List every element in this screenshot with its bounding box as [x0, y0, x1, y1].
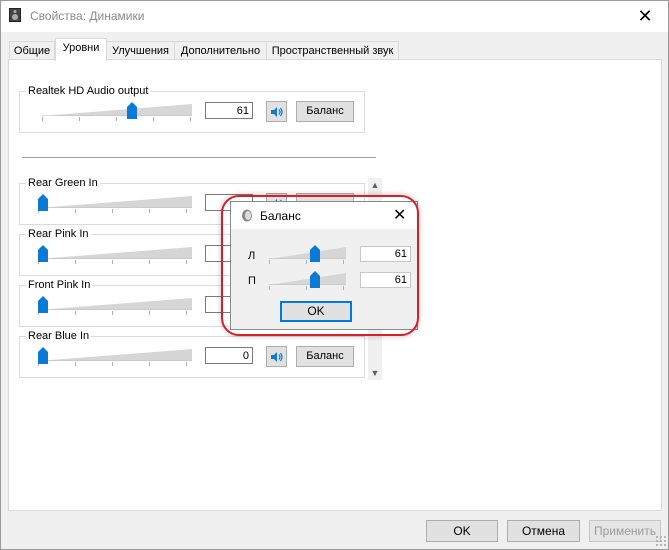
slider-track	[38, 298, 192, 310]
speaker-icon	[271, 106, 283, 117]
separator	[22, 157, 376, 158]
tab-advanced[interactable]: Дополнительно	[174, 41, 267, 60]
ok-button[interactable]: OK	[426, 520, 498, 542]
master-mute-button[interactable]	[266, 101, 287, 122]
tab-enhancements[interactable]: Улучшения	[106, 41, 175, 60]
speaker-icon	[242, 209, 252, 222]
tab-label: Улучшения	[111, 45, 170, 57]
input-label: Rear Blue In	[26, 330, 92, 342]
input-mute-button[interactable]	[266, 346, 287, 367]
balance-dialog-title: Баланс	[260, 209, 301, 223]
slider-ticks	[269, 286, 346, 290]
slider-track	[38, 247, 192, 259]
master-balance-button[interactable]: Баланс	[296, 101, 354, 122]
tab-label: Общие	[13, 45, 51, 57]
close-icon: ✕	[637, 5, 653, 26]
tab-levels[interactable]: Уровни	[55, 38, 107, 61]
input-volume-slider[interactable]	[38, 242, 192, 264]
input-balance-button[interactable]: Баланс	[296, 346, 354, 367]
input-label: Rear Green In	[26, 177, 100, 189]
slider-thumb[interactable]	[310, 245, 320, 262]
slider-ticks	[42, 117, 192, 121]
slider-thumb[interactable]	[310, 271, 320, 288]
input-label: Front Pink In	[26, 279, 93, 291]
cancel-button[interactable]: Отмена	[507, 520, 580, 542]
balance-ok-button[interactable]: OK	[280, 301, 352, 322]
apply-button[interactable]: Применить	[589, 520, 661, 542]
slider-ticks	[38, 362, 192, 366]
left-channel-value[interactable]: 61	[360, 246, 411, 262]
speaker-icon	[271, 351, 283, 362]
title-bar[interactable]: Свойства: Динамики ✕	[0, 0, 669, 32]
balance-dialog-titlebar[interactable]: Баланс ✕	[231, 202, 417, 229]
slider-thumb[interactable]	[38, 245, 48, 262]
slider-ticks	[38, 311, 192, 315]
input-volume-slider[interactable]	[38, 293, 192, 315]
tab-label: Дополнительно	[180, 45, 261, 57]
right-channel-label: П	[248, 275, 256, 287]
close-icon[interactable]: ✕	[393, 205, 406, 225]
slider-thumb[interactable]	[38, 296, 48, 313]
scroll-up-icon[interactable]: ▲	[368, 178, 382, 192]
left-channel-label: Л	[248, 250, 256, 262]
balance-dialog: Баланс ✕ Л 61 П 61 OK	[230, 201, 418, 330]
input-volume-value[interactable]: 0	[205, 347, 253, 364]
right-channel-value[interactable]: 61	[360, 272, 411, 288]
slider-ticks	[269, 260, 346, 264]
master-volume-value[interactable]: 61	[205, 102, 253, 119]
master-volume-slider[interactable]	[42, 99, 192, 121]
resize-grip-icon[interactable]	[655, 535, 667, 547]
slider-thumb[interactable]	[38, 194, 48, 211]
slider-ticks	[38, 260, 192, 264]
tab-general[interactable]: Общие	[9, 41, 55, 60]
input-volume-slider[interactable]	[38, 191, 192, 213]
input-label: Rear Pink In	[26, 228, 91, 240]
tab-spatial-sound[interactable]: Пространственный звук	[266, 41, 399, 60]
window-title: Свойства: Динамики	[30, 9, 145, 23]
slider-track	[38, 196, 192, 208]
speaker-device-icon	[9, 8, 21, 22]
slider-track	[269, 273, 346, 285]
tab-label: Уровни	[62, 42, 100, 54]
input-volume-slider[interactable]	[38, 344, 192, 366]
slider-ticks	[38, 209, 192, 213]
left-channel-slider[interactable]	[269, 242, 346, 264]
slider-track	[269, 247, 346, 259]
close-button[interactable]: ✕	[628, 4, 662, 28]
tab-label: Пространственный звук	[271, 45, 394, 57]
slider-thumb[interactable]	[38, 347, 48, 364]
scroll-down-icon[interactable]: ▼	[368, 366, 382, 380]
slider-track	[42, 104, 192, 116]
right-channel-slider[interactable]	[269, 268, 346, 290]
slider-thumb[interactable]	[127, 102, 137, 119]
master-label: Realtek HD Audio output	[26, 85, 151, 97]
slider-track	[38, 349, 192, 361]
